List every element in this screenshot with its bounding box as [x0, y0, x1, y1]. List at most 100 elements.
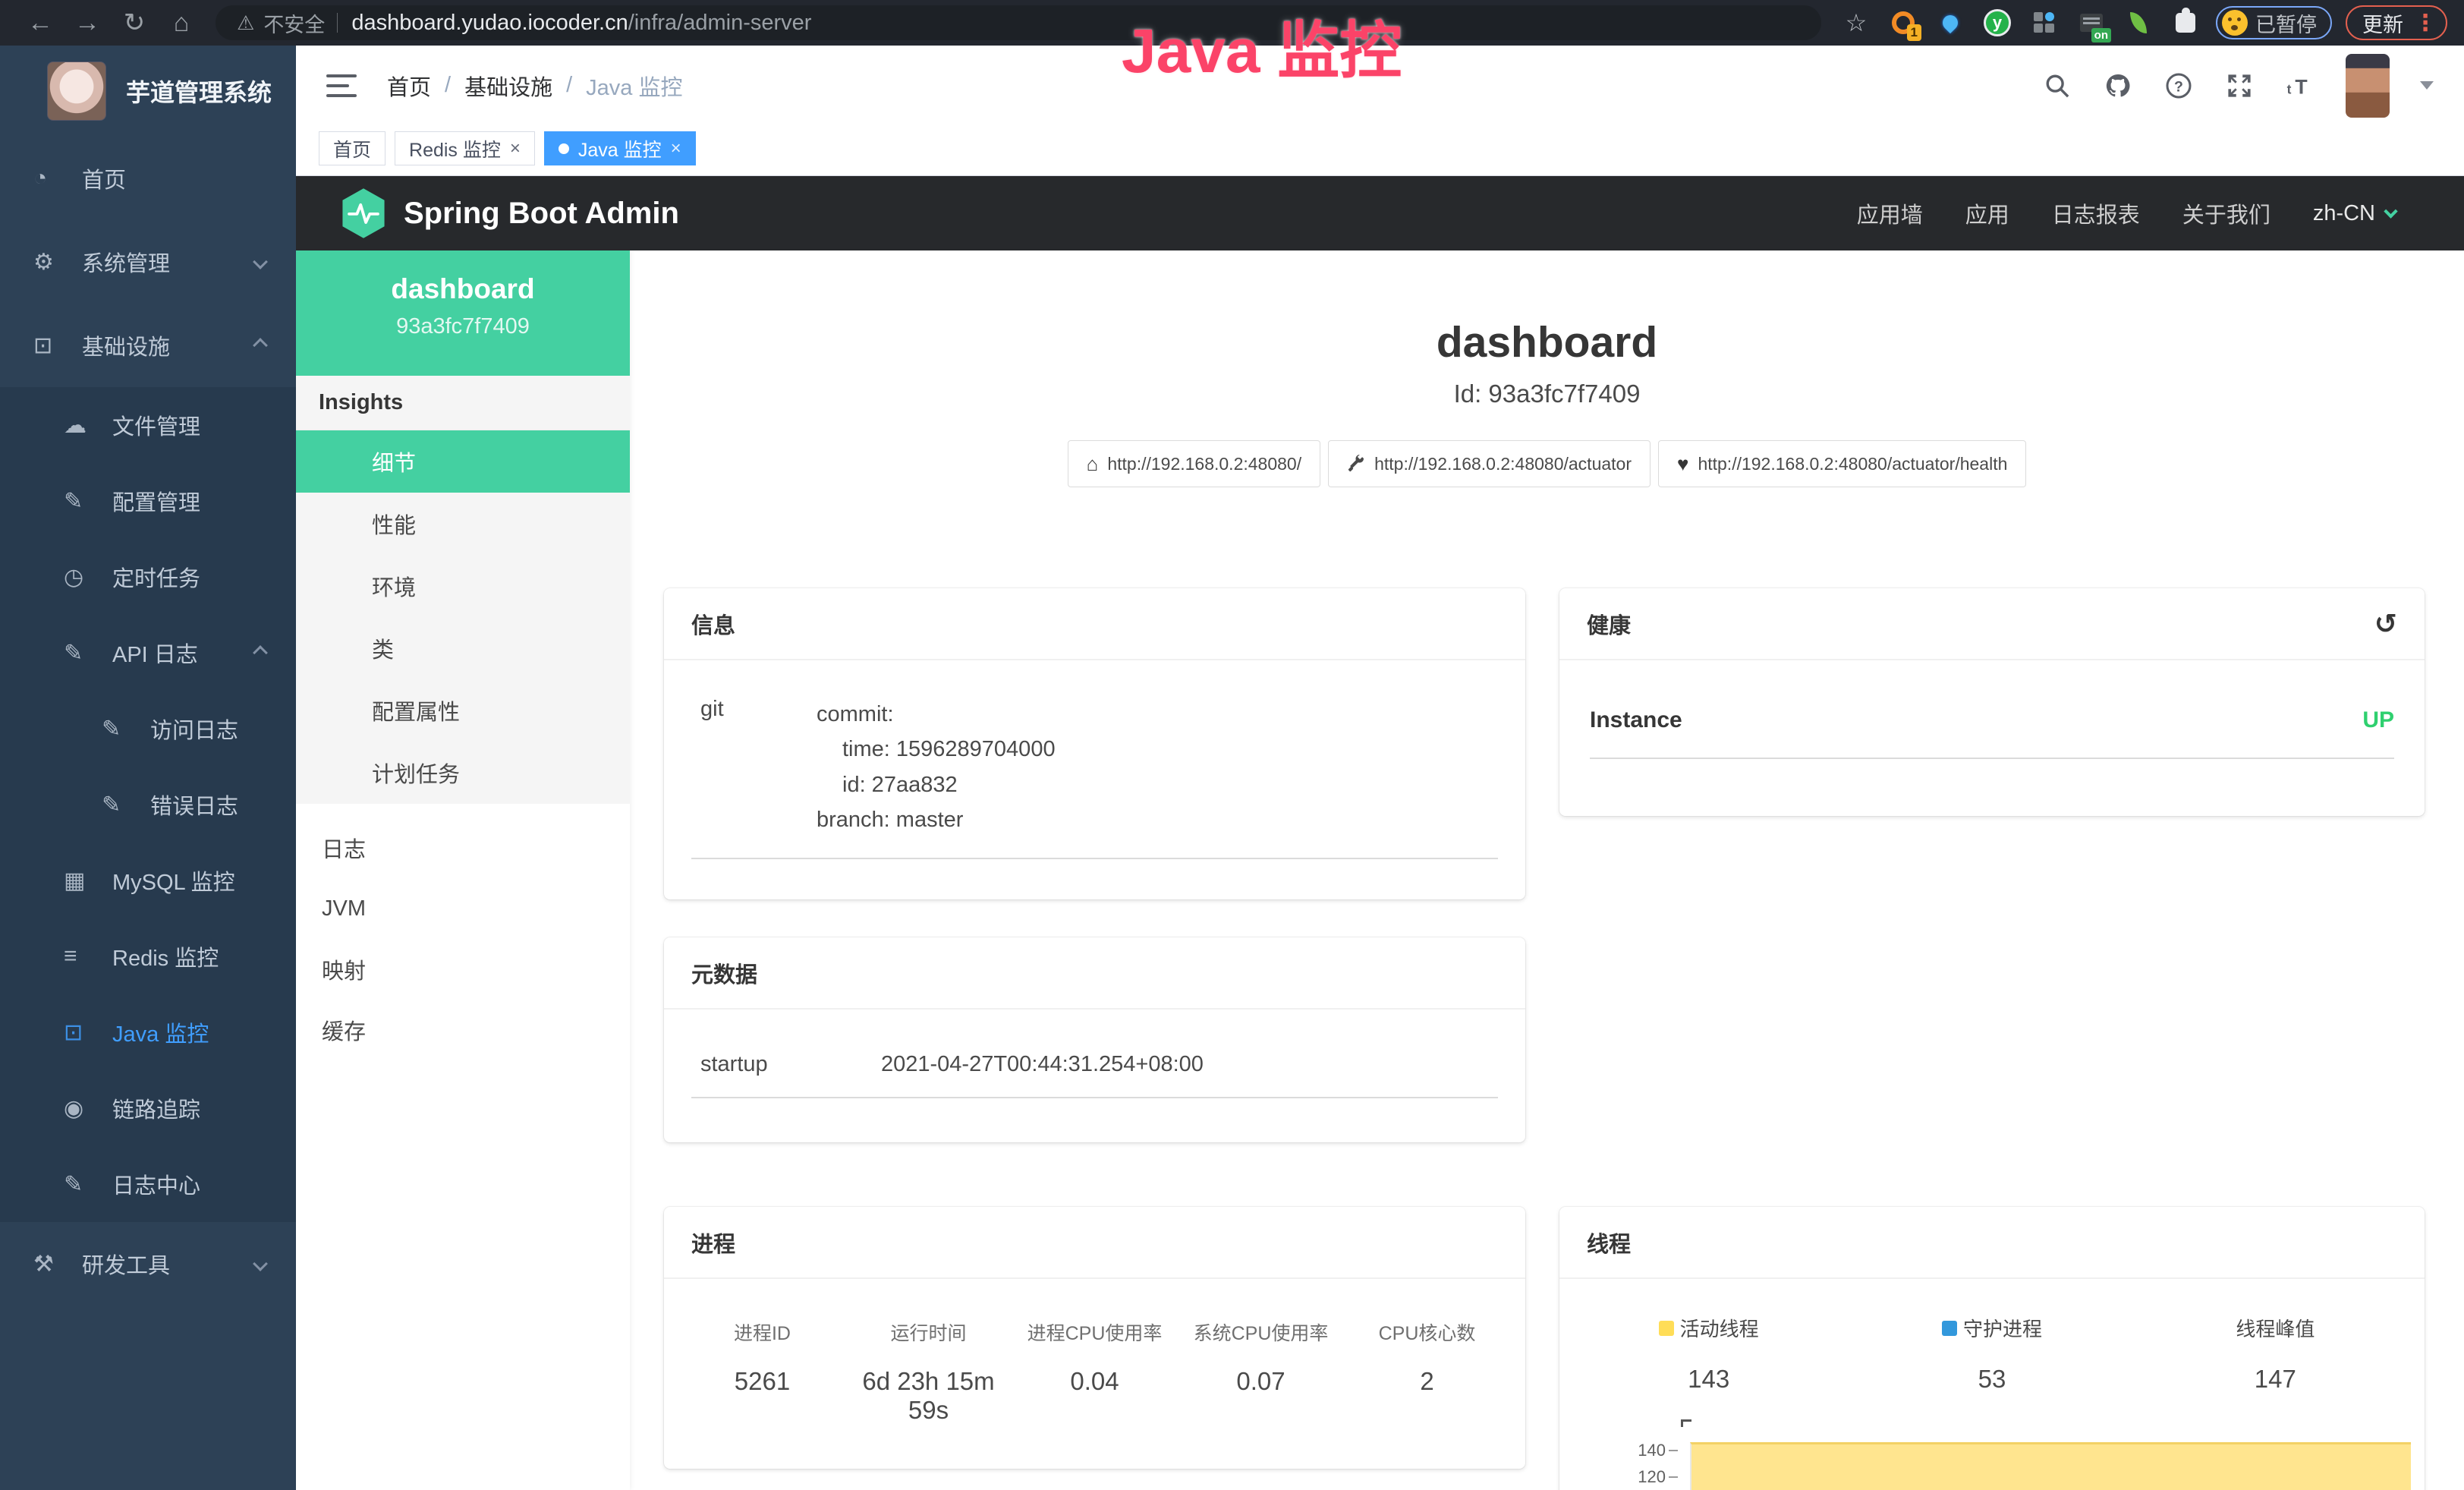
sidebar-item-file-manage[interactable]: ☁ 文件管理 [0, 387, 296, 463]
user-menu-caret-icon[interactable] [2420, 81, 2434, 90]
instance-nav-config-props[interactable]: 配置属性 [296, 679, 630, 742]
metadata-card-title: 元数据 [691, 957, 757, 989]
update-button[interactable]: 更新 ⋮ [2346, 5, 2447, 40]
instance-nav-classes[interactable]: 类 [296, 617, 630, 679]
browser-menu-icon[interactable]: ⋮ [2414, 10, 2437, 36]
tab-java-monitor[interactable]: Java 监控 × [544, 131, 696, 165]
instance-name: dashboard [296, 273, 630, 305]
warning-icon: ⚠ [237, 11, 254, 35]
extension-grid-icon[interactable] [2028, 6, 2061, 39]
sba-link-wallboard[interactable]: 应用墙 [1857, 197, 1923, 229]
sidebar-item-log-center[interactable]: ✎ 日志中心 [0, 1146, 296, 1222]
instance-nav-mappings[interactable]: 映射 [296, 939, 630, 1000]
instance-nav-caches[interactable]: 缓存 [296, 1000, 630, 1060]
sidebar-item-home[interactable]: ◔ 首页 [0, 137, 296, 220]
file-manage-icon: ☁ [64, 412, 112, 439]
forward-icon[interactable]: → [64, 8, 111, 38]
sba-link-journal[interactable]: 日志报表 [2052, 197, 2140, 229]
sba-brand[interactable]: Spring Boot Admin [340, 187, 679, 240]
extension-pin-icon[interactable] [1934, 6, 1967, 39]
sidebar-item-error-log[interactable]: ✎ 错误日志 [0, 767, 296, 843]
main-content: dashboard Id: 93a3fc7f7409 ⌂ http://192.… [630, 250, 2464, 1490]
sba-link-about[interactable]: 关于我们 [2182, 197, 2270, 229]
instance-header[interactable]: dashboard 93a3fc7f7409 [296, 250, 630, 376]
chevron-down-icon [2384, 204, 2397, 218]
home-icon[interactable]: ⌂ [158, 8, 205, 38]
instance-nav-scheduled-tasks[interactable]: 计划任务 [296, 742, 630, 804]
instance-nav-env[interactable]: 环境 [296, 555, 630, 617]
sidebar-item-dev-tools[interactable]: ⚒ 研发工具 [0, 1222, 296, 1306]
legend-peak-threads: 线程峰值 147 [2134, 1314, 2417, 1394]
instance-nav-logs[interactable]: 日志 [296, 817, 630, 878]
extension-leaf-icon[interactable] [2122, 6, 2155, 39]
page-title: dashboard [630, 317, 2464, 367]
url-bar[interactable]: ⚠ 不安全 dashboard.yudao.iocoder.cn /infra/… [216, 5, 1821, 40]
font-size-icon[interactable]: tT [2285, 71, 2315, 101]
dev-tools-icon: ⚒ [33, 1251, 82, 1277]
sidebar-item-scheduled-task[interactable]: ◷ 定时任务 [0, 539, 296, 615]
breadcrumb-current: Java 监控 [586, 70, 682, 102]
app-logo-row[interactable]: 芋道管理系统 [0, 46, 296, 137]
chevron-up-icon [253, 645, 268, 660]
instance-id: 93a3fc7f7409 [296, 314, 630, 339]
sidebar-item-mysql-monitor[interactable]: ▦ MySQL 监控 [0, 843, 296, 918]
instance-nav-jvm[interactable]: JVM [296, 878, 630, 939]
gear-icon: ⚙ [33, 249, 82, 276]
close-icon[interactable]: × [671, 138, 681, 159]
log-center-icon: ✎ [64, 1171, 112, 1198]
threads-card: 线程 活动线程 143 守护进程 53 线程峰值 147 140 120 100 [1559, 1207, 2425, 1490]
sidebar-item-system-manage[interactable]: ⚙ 系统管理 [0, 220, 296, 304]
health-card-title: 健康 [1587, 608, 1631, 640]
close-icon[interactable]: × [510, 138, 521, 159]
info-card: 信息 git commit: time: 1596289704000 id: 2… [664, 588, 1525, 899]
trace-icon: ◉ [64, 1095, 112, 1122]
user-avatar[interactable] [2346, 54, 2390, 118]
extension-puzzle-icon[interactable] [2169, 6, 2202, 39]
sidebar-item-api-log[interactable]: ✎ API 日志 [0, 615, 296, 691]
search-icon[interactable] [2042, 71, 2072, 101]
instance-nav-details[interactable]: 细节 [296, 430, 630, 493]
health-url-link[interactable]: ♥ http://192.168.0.2:48080/actuator/heal… [1658, 440, 2026, 487]
process-stat-process-cpu: 进程CPU使用率 0.04 [1012, 1318, 1178, 1425]
sidebar: 芋道管理系统 ◔ 首页 ⚙ 系统管理 ⊡ 基础设施 ☁ 文件管理 ✎ 配置管理 … [0, 46, 296, 1490]
page-instance-id: Id: 93a3fc7f7409 [630, 380, 2464, 408]
service-url-link[interactable]: ⌂ http://192.168.0.2:48080/ [1068, 440, 1321, 487]
extension-y-icon[interactable]: y [1981, 6, 2014, 39]
bookmark-star-icon[interactable]: ☆ [1839, 6, 1873, 39]
fullscreen-icon[interactable] [2224, 71, 2255, 101]
back-icon[interactable]: ← [17, 8, 64, 38]
sidebar-item-infrastructure[interactable]: ⊡ 基础设施 [0, 304, 296, 387]
sba-locale-select[interactable]: zh-CN [2313, 201, 2396, 226]
sidebar-item-redis-monitor[interactable]: ≡ Redis 监控 [0, 918, 296, 994]
sidebar-submenu: ☁ 文件管理 ✎ 配置管理 ◷ 定时任务 ✎ API 日志 ✎ 访问日志 ✎ 错… [0, 387, 296, 1222]
sidebar-item-config-manage[interactable]: ✎ 配置管理 [0, 463, 296, 539]
insights-group: Insights 细节 性能 环境 类 配置属性 计划任务 [296, 376, 630, 804]
extension-on-icon[interactable]: on [2075, 6, 2108, 39]
divider [337, 13, 338, 33]
instance-nav-metrics[interactable]: 性能 [296, 493, 630, 555]
info-value: commit: time: 1596289704000 id: 27aa832 … [817, 697, 1498, 838]
github-icon[interactable] [2103, 71, 2133, 101]
collapse-sidebar-icon[interactable] [326, 74, 357, 97]
process-stats: 进程ID 5261 运行时间 6d 23h 15m 59s 进程CPU使用率 0… [664, 1279, 1525, 1425]
browser-extensions-area: ☆ 1 y on 已暂停 更新 ⋮ [1839, 5, 2447, 40]
extension-orange-icon[interactable]: 1 [1887, 6, 1920, 39]
breadcrumb-home[interactable]: 首页 [387, 70, 431, 102]
actuator-url-link[interactable]: http://192.168.0.2:48080/actuator [1328, 440, 1651, 487]
infrastructure-icon: ⊡ [33, 332, 82, 359]
health-history-icon[interactable]: ↺ [2374, 610, 2397, 638]
security-label[interactable]: 不安全 [263, 8, 325, 38]
sidebar-item-java-monitor[interactable]: ⊡ Java 监控 [0, 994, 296, 1070]
sba-link-applications[interactable]: 应用 [1965, 197, 2009, 229]
reload-icon[interactable]: ↻ [111, 8, 158, 38]
tab-redis-monitor[interactable]: Redis 监控 × [395, 131, 535, 165]
help-icon[interactable]: ? [2163, 71, 2194, 101]
sidebar-item-trace[interactable]: ◉ 链路追踪 [0, 1070, 296, 1146]
chevron-down-icon [253, 254, 268, 269]
sidebar-item-access-log[interactable]: ✎ 访问日志 [0, 691, 296, 767]
legend-live-threads: 活动线程 143 [1567, 1314, 1850, 1394]
health-instance-row[interactable]: Instance UP [1590, 707, 2394, 759]
breadcrumb-infrastructure[interactable]: 基础设施 [464, 70, 552, 102]
paused-badge[interactable]: 已暂停 [2216, 6, 2332, 39]
tab-home[interactable]: 首页 [319, 131, 385, 165]
